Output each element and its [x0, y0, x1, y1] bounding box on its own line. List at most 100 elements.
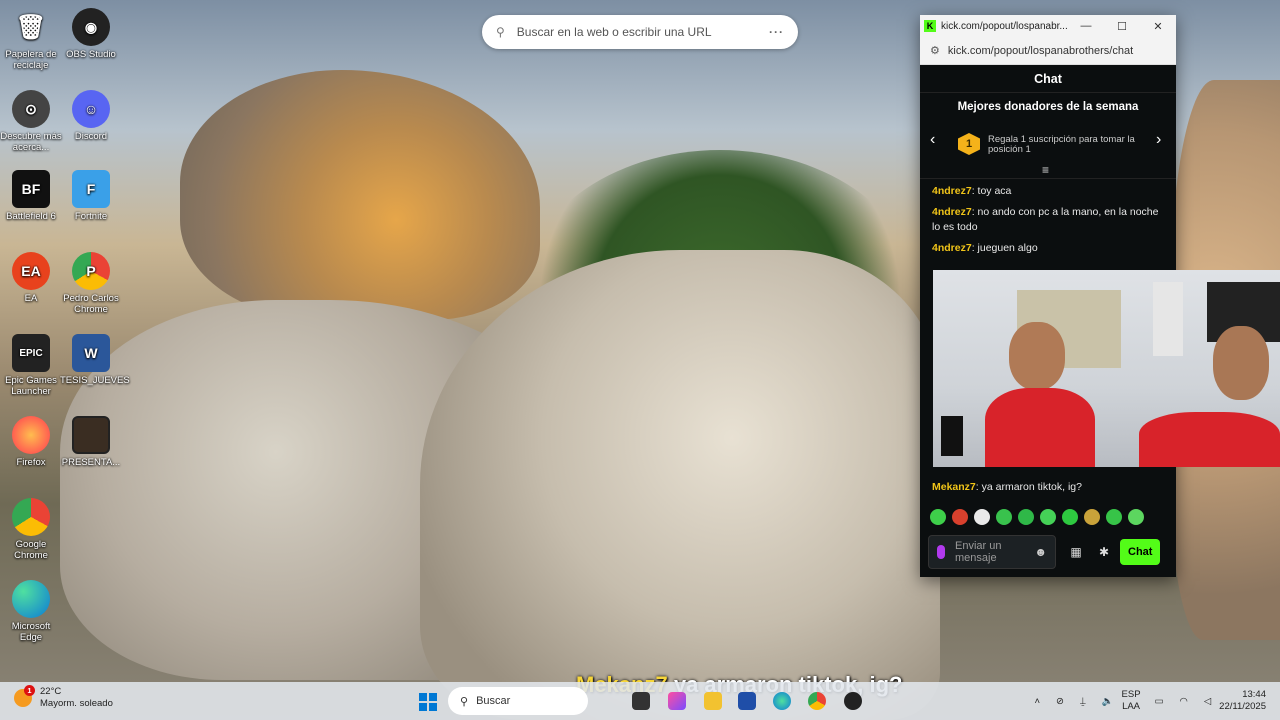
- desktop-icon-pedro-chrome[interactable]: P Pedro Carlos Chrome: [60, 252, 122, 315]
- notification-badge: 1: [24, 685, 35, 696]
- store-icon[interactable]: [738, 692, 756, 710]
- desktop-icon-presentacion[interactable]: PRESENTA...: [60, 416, 122, 468]
- chat-input-row: Enviar un mensaje ☻ ▦ ✱ Chat: [928, 535, 1168, 569]
- desktop-icon-firefox[interactable]: Firefox: [0, 416, 62, 468]
- network-off-icon[interactable]: ⊘: [1056, 696, 1064, 707]
- speaker-icon[interactable]: ◁: [1204, 696, 1211, 707]
- search-icon: ⚲: [496, 25, 505, 39]
- task-view-icon[interactable]: [632, 692, 650, 710]
- chat-message-list: 4ndrez7: toy aca 4ndrez7: no ando con pc…: [920, 179, 1176, 259]
- webcam-overlay: [933, 270, 1280, 467]
- desktop-icon-tesis[interactable]: W TESIS_JUEVES: [60, 334, 130, 386]
- chat-message: 4ndrez7: no ando con pc a la mano, en la…: [920, 202, 1176, 238]
- donor-prompt: Regala 1 suscripción para tomar la posic…: [988, 134, 1135, 155]
- microphone-icon[interactable]: ⍊: [1080, 696, 1086, 707]
- system-tray: ˄ ⊘ ⍊ 🔈 ESP LAA ▭ ◠ ◁ 13:44 22/11/2025: [1026, 682, 1280, 720]
- chat-text: : ya armaron tiktok, ig?: [975, 481, 1082, 493]
- desktop-icon-ea[interactable]: EA EA: [0, 252, 62, 304]
- weather-widget[interactable]: 1 22°C Mayorm. soleado: [14, 685, 113, 710]
- microphone-icon[interactable]: [937, 545, 945, 559]
- chat-message: Mekanz7: ya armaron tiktok, ig?: [920, 477, 1094, 498]
- chat-message: 4ndrez7: toy aca: [920, 181, 1176, 202]
- person-head: [1213, 326, 1269, 400]
- taskbar: 1 22°C Mayorm. soleado ⚲ Buscar ˄ ⊘ ⍊ 🔈 …: [0, 682, 1280, 720]
- obs-icon[interactable]: [844, 692, 862, 710]
- search-placeholder: Buscar en la web o escribir una URL: [516, 25, 712, 39]
- desktop-icon-discord[interactable]: ☺ Discord: [60, 90, 122, 142]
- emote-icon[interactable]: [1062, 509, 1078, 525]
- close-button[interactable]: ✕: [1140, 20, 1176, 33]
- chevron-up-icon[interactable]: ˄: [1034, 696, 1040, 707]
- settings-gear-icon[interactable]: ✱: [1090, 545, 1118, 559]
- filter-icon[interactable]: ≡: [1042, 163, 1049, 177]
- emote-icon[interactable]: [974, 509, 990, 525]
- chat-text: : toy aca: [971, 185, 1012, 197]
- kick-favicon-icon: K: [924, 20, 936, 32]
- epic-icon: EPIC: [12, 334, 50, 372]
- web-search-bar[interactable]: ⚲ Buscar en la web o escribir una URL ··…: [482, 15, 798, 49]
- desktop-icon-recycle-bin[interactable]: 🗑 Papelera de reciclaje: [0, 8, 62, 71]
- edge-icon: [12, 580, 50, 618]
- emote-icon[interactable]: [1106, 509, 1122, 525]
- word-icon: W: [72, 334, 110, 372]
- top-donors-panel: Mejores donadores de la semana ‹ 1 Regal…: [920, 93, 1176, 179]
- chat-input-placeholder: Enviar un mensaje: [955, 540, 1002, 564]
- screen-icon[interactable]: ▭: [1155, 696, 1164, 707]
- language-indicator[interactable]: ESP LAA: [1122, 689, 1141, 713]
- chat-username[interactable]: 4ndrez7: [932, 185, 972, 197]
- chat-username[interactable]: 4ndrez7: [932, 206, 972, 218]
- send-chat-button[interactable]: Chat: [1120, 539, 1161, 565]
- more-options-icon[interactable]: ···: [769, 25, 784, 39]
- emote-icon[interactable]: [1084, 509, 1100, 525]
- firefox-icon: [12, 416, 50, 454]
- chat-username[interactable]: Mekanz7: [932, 481, 976, 493]
- desktop-icon-epic[interactable]: EPIC Epic Games Launcher: [0, 334, 62, 397]
- discord-icon: ☺: [72, 90, 110, 128]
- desktop-icon-chrome[interactable]: Google Chrome: [0, 498, 62, 561]
- emote-icon[interactable]: [952, 509, 968, 525]
- site-settings-icon[interactable]: ⚙: [930, 44, 940, 57]
- clock[interactable]: 13:44 22/11/2025: [1219, 689, 1266, 713]
- chrome-profile-icon: P: [72, 252, 110, 290]
- volume-icon[interactable]: 🔈: [1102, 696, 1114, 707]
- wifi-icon[interactable]: ◠: [1180, 696, 1188, 707]
- desktop-icon-obs[interactable]: ◉ OBS Studio: [60, 8, 122, 60]
- taskbar-search[interactable]: ⚲ Buscar: [448, 687, 588, 715]
- chat-header: Chat: [920, 65, 1176, 93]
- chat-username[interactable]: 4ndrez7: [932, 242, 972, 254]
- emote-icon[interactable]: [1018, 509, 1034, 525]
- chrome-icon[interactable]: [808, 692, 826, 710]
- desktop-icon-battlefield[interactable]: BF Battlefield 6: [0, 170, 62, 222]
- desktop-icon-fortnite[interactable]: F Fortnite: [60, 170, 122, 222]
- emote-icon[interactable]: [1040, 509, 1056, 525]
- desktop-icon-edge[interactable]: Microsoft Edge: [0, 580, 62, 643]
- recycle-bin-icon: 🗑: [15, 13, 47, 41]
- file-explorer-icon[interactable]: [704, 692, 722, 710]
- emote-icon[interactable]: [930, 509, 946, 525]
- address-bar[interactable]: ⚙ kick.com/popout/lospanabrothers/chat: [920, 37, 1176, 65]
- emoji-icon[interactable]: ☻: [1034, 546, 1047, 558]
- person-shirt: [985, 388, 1095, 467]
- copilot-icon[interactable]: [668, 692, 686, 710]
- chat-message-input[interactable]: Enviar un mensaje ☻: [928, 535, 1056, 569]
- start-button[interactable]: [419, 693, 437, 711]
- edge-icon[interactable]: [773, 692, 791, 710]
- chevron-right-icon[interactable]: ›: [1156, 131, 1161, 149]
- gift-icon[interactable]: ▦: [1062, 545, 1090, 559]
- ea-icon: EA: [12, 252, 50, 290]
- obs-icon: ◉: [72, 8, 110, 46]
- video-file-icon: [72, 416, 110, 454]
- minimize-button[interactable]: —: [1068, 20, 1104, 33]
- maximize-button[interactable]: ☐: [1104, 20, 1140, 33]
- desktop-icon-spotlight[interactable]: ⊙ Descubre más acerca...: [0, 90, 62, 153]
- emote-bar: [930, 509, 1144, 525]
- emote-icon[interactable]: [1128, 509, 1144, 525]
- banner: [1153, 282, 1183, 356]
- person-head: [1009, 322, 1065, 390]
- microphone: [941, 416, 963, 456]
- emote-icon[interactable]: [996, 509, 1012, 525]
- chevron-left-icon[interactable]: ‹: [930, 131, 935, 149]
- window-title: kick.com/popout/lospanabr...: [941, 20, 1068, 32]
- spotlight-icon: ⊙: [12, 90, 50, 128]
- donors-title: Mejores donadores de la semana: [957, 101, 1139, 113]
